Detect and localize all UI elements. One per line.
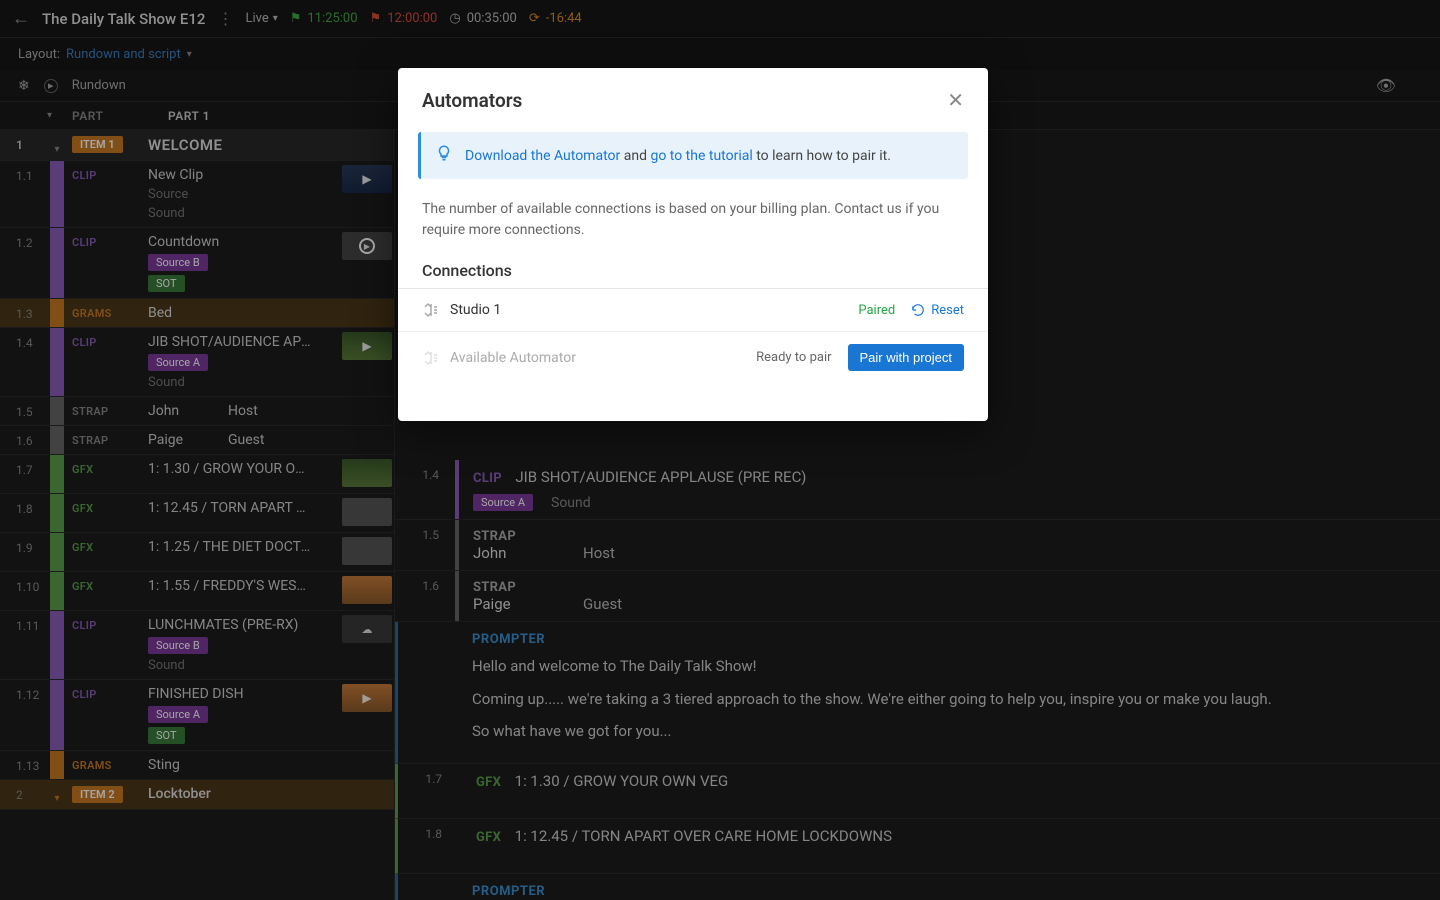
info-banner: Download the Automator and go to the tut…: [418, 132, 968, 179]
lightbulb-icon: [435, 144, 453, 167]
automators-modal: Automators ✕ Download the Automator and …: [398, 68, 988, 421]
tutorial-link[interactable]: go to the tutorial: [650, 148, 752, 164]
connection-name: Studio 1: [450, 302, 858, 318]
pair-button[interactable]: Pair with project: [848, 344, 964, 371]
ready-status: Ready to pair: [756, 350, 831, 365]
automator-icon: [422, 349, 440, 367]
connection-row: Studio 1 Paired Reset: [398, 289, 988, 332]
modal-title: Automators: [422, 89, 522, 112]
connections-header: Connections: [398, 245, 988, 289]
download-link[interactable]: Download the Automator: [465, 148, 620, 164]
connection-row: Available Automator Ready to pair Pair w…: [398, 332, 988, 383]
paired-status: Paired: [858, 303, 895, 318]
reset-link[interactable]: Reset: [911, 303, 964, 318]
connection-name: Available Automator: [450, 350, 756, 366]
close-icon[interactable]: ✕: [947, 88, 964, 112]
billing-plan-text: The number of available connections is b…: [398, 187, 988, 245]
automator-icon: [422, 301, 440, 319]
